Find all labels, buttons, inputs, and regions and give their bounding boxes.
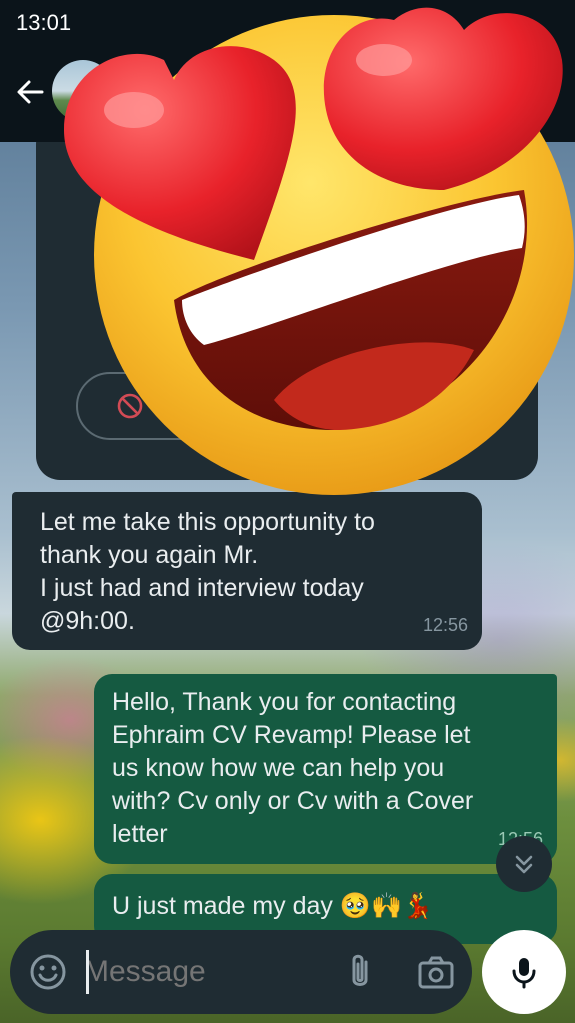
arrow-left-icon: [17, 80, 44, 104]
message-time: 12:56: [422, 615, 468, 635]
outgoing-message[interactable]: Hello, Thank you for contacting Ephraim …: [94, 674, 557, 864]
avatar-image-detail: [74, 90, 92, 100]
text-caret: [86, 950, 89, 994]
previous-message-card: [36, 120, 538, 480]
block-icon: [117, 393, 143, 419]
attach-icon[interactable]: [338, 950, 382, 994]
mic-icon: [512, 958, 536, 989]
double-chevron-down-icon: [515, 855, 533, 874]
mic-button[interactable]: [482, 930, 566, 1014]
status-time: 13:01: [16, 10, 72, 35]
camera-icon[interactable]: [414, 950, 458, 994]
status-bar: 13:01: [0, 0, 575, 44]
avatar[interactable]: [52, 60, 114, 122]
message-input[interactable]: [84, 948, 314, 996]
incoming-message[interactable]: Let me take this opportunity to thank yo…: [12, 492, 482, 650]
message-text: Let me take this opportunity to thank yo…: [40, 508, 375, 635]
message-text: Hello, Thank you for contacting Ephraim …: [112, 688, 474, 848]
scroll-to-bottom-button[interactable]: [496, 836, 552, 892]
blocked-pill[interactable]: [76, 372, 316, 440]
back-button[interactable]: [10, 72, 50, 112]
emoji-icon[interactable]: [28, 952, 68, 992]
message-composer: [10, 930, 472, 1014]
message-text: U just made my day 🥹🙌💃: [112, 892, 434, 920]
chat-header: [0, 44, 575, 142]
